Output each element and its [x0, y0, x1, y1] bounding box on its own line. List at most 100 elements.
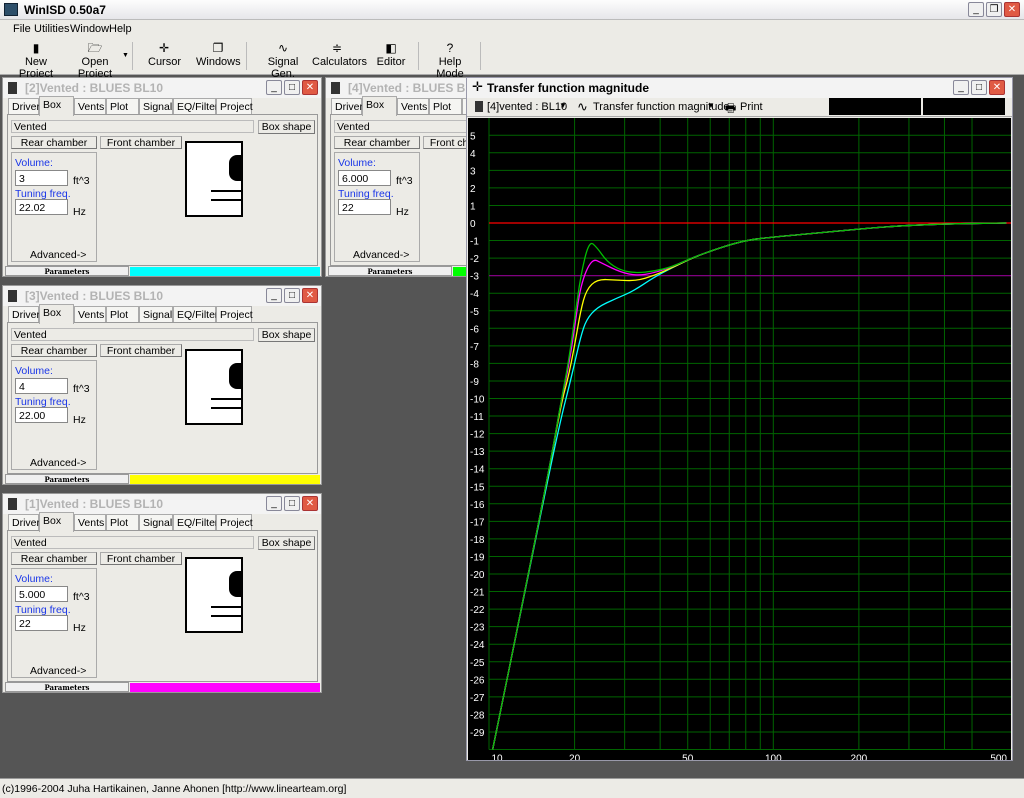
rear-chamber-button[interactable]: Rear chamber — [334, 136, 420, 149]
minimize-button[interactable]: _ — [266, 496, 282, 511]
box-tab-panel: Vented Box shape Rear chamber Front cham… — [7, 114, 318, 266]
box-diagram — [185, 349, 243, 425]
tab-plot[interactable]: Plot — [106, 98, 139, 115]
toolbar-label: Editor — [376, 56, 406, 68]
minimize-button[interactable]: _ — [266, 288, 282, 303]
y-tick-label: -12 — [470, 430, 485, 441]
box-shape-button[interactable]: Box shape — [258, 536, 315, 550]
maximize-button[interactable]: □ — [284, 496, 300, 511]
tab-eq-filter[interactable]: EQ/Filter — [173, 514, 218, 531]
front-chamber-button[interactable]: Front chamber — [100, 136, 182, 149]
volume-label: Volume: — [15, 365, 53, 377]
tab-driver[interactable]: Driver — [8, 306, 40, 323]
y-tick-label: -2 — [470, 254, 479, 265]
rear-chamber-button[interactable]: Rear chamber — [11, 552, 97, 565]
new-project-button[interactable]: ▮ New Project — [8, 40, 64, 80]
restore-button[interactable]: ❐ — [986, 2, 1002, 17]
front-chamber-button[interactable]: Front chamber — [100, 552, 182, 565]
advanced-link[interactable]: Advanced-> — [30, 249, 86, 261]
tab-signal[interactable]: Signal — [139, 98, 173, 115]
tab-plot[interactable]: Plot — [106, 306, 139, 323]
help-mode-button[interactable]: ? Help Mode — [424, 40, 476, 80]
tab-vents[interactable]: Vents — [397, 98, 429, 115]
project-icon — [8, 290, 17, 302]
tab-vents[interactable]: Vents — [74, 98, 106, 115]
tab-box[interactable]: Box — [362, 96, 397, 116]
box-shape-button[interactable]: Box shape — [258, 328, 315, 342]
plot-minimize-button[interactable]: _ — [953, 80, 969, 95]
volume-label: Volume: — [338, 157, 376, 169]
chevron-down-icon[interactable]: ▼ — [559, 101, 567, 110]
chevron-down-icon[interactable]: ▼ — [707, 101, 715, 110]
y-tick-label: 3 — [470, 166, 476, 177]
box-shape-button[interactable]: Box shape — [258, 120, 315, 134]
volume-input[interactable]: 4 — [15, 378, 68, 394]
tab-eq-filter[interactable]: EQ/Filter — [173, 306, 218, 323]
minimize-button[interactable]: _ — [266, 80, 282, 95]
tab-signal[interactable]: Signal — [139, 306, 173, 323]
rear-chamber-button[interactable]: Rear chamber — [11, 344, 97, 357]
volume-input[interactable]: 6.000 — [338, 170, 391, 186]
front-chamber-button[interactable]: Front chamber — [100, 344, 182, 357]
volume-input[interactable]: 5.000 — [15, 586, 68, 602]
minimize-button[interactable]: _ — [968, 2, 984, 17]
calculators-button[interactable]: ≑ Calculators — [312, 40, 367, 68]
close-button[interactable]: ✕ — [302, 288, 318, 303]
maximize-button[interactable]: □ — [284, 288, 300, 303]
toolbar: ▮ New Project 🗁 Open Project ✛ Cursor ❐ Windows… — [0, 38, 1024, 80]
plot-close-button[interactable]: ✕ — [989, 80, 1005, 95]
volume-unit: ft^3 — [396, 175, 413, 187]
tab-box[interactable]: Box — [39, 512, 74, 532]
new-project-icon: ▮ — [32, 41, 40, 55]
menu-file[interactable]: File — [13, 23, 31, 35]
advanced-link[interactable]: Advanced-> — [353, 249, 409, 261]
tab-project[interactable]: Project — [216, 306, 253, 323]
advanced-link[interactable]: Advanced-> — [30, 665, 86, 677]
tab-project[interactable]: Project — [216, 98, 253, 115]
tab-plot[interactable]: Plot — [429, 98, 462, 115]
close-button[interactable]: ✕ — [302, 80, 318, 95]
project-select[interactable]: [4]vented : BL10 — [487, 101, 567, 113]
close-button[interactable]: ✕ — [302, 496, 318, 511]
box-type-field: Vented — [11, 120, 254, 133]
rear-chamber-button[interactable]: Rear chamber — [11, 136, 97, 149]
tab-vents[interactable]: Vents — [74, 514, 106, 531]
tab-signal[interactable]: Signal — [139, 514, 173, 531]
transfer-function-chart[interactable]: 543210-1-2-3-4-5-6-7-8-9-10-11-12-13-14-… — [468, 118, 1011, 760]
status-bar: (c)1996-2004 Juha Hartikainen, Janne Aho… — [0, 778, 1024, 798]
calculator-icon: ≑ — [331, 41, 343, 55]
tuning-input[interactable]: 22.00 — [15, 407, 68, 423]
open-project-dropdown-icon[interactable]: ▼ — [122, 52, 129, 59]
volume-input[interactable]: 3 — [15, 170, 68, 186]
tuning-input[interactable]: 22.02 — [15, 199, 68, 215]
tab-driver[interactable]: Driver — [331, 98, 363, 115]
maximize-button[interactable]: □ — [284, 80, 300, 95]
toolbar-separator — [418, 42, 419, 70]
tab-eq-filter[interactable]: EQ/Filter — [173, 98, 218, 115]
tab-box[interactable]: Box — [39, 304, 74, 324]
tuning-input[interactable]: 22 — [338, 199, 391, 215]
plot-maximize-button[interactable]: □ — [971, 80, 987, 95]
tab-vents[interactable]: Vents — [74, 306, 106, 323]
print-button[interactable]: Print — [740, 101, 763, 113]
window-title-bar: [2]Vented : BLUES BL10 _ □ ✕ — [3, 78, 321, 98]
tab-project[interactable]: Project — [216, 514, 253, 531]
tab-plot[interactable]: Plot — [106, 514, 139, 531]
open-project-button[interactable]: 🗁 Open Project — [64, 40, 126, 80]
tab-driver[interactable]: Driver — [8, 514, 40, 531]
advanced-link[interactable]: Advanced-> — [30, 457, 86, 469]
editor-button[interactable]: ◧ Editor — [374, 40, 408, 68]
signal-gen-button[interactable]: ∿ Signal Gen. — [256, 40, 310, 80]
close-button[interactable]: ✕ — [1004, 2, 1020, 17]
menu-utilities[interactable]: Utilities — [34, 23, 69, 35]
menu-help[interactable]: Help — [109, 23, 132, 35]
windows-button[interactable]: ❐ Windows — [196, 40, 241, 68]
tuning-input[interactable]: 22 — [15, 615, 68, 631]
toolbar-separator — [246, 42, 247, 70]
help-icon: ? — [446, 41, 454, 55]
cursor-icon: ✛ — [158, 41, 170, 55]
tab-driver[interactable]: Driver — [8, 98, 40, 115]
tab-box[interactable]: Box — [39, 96, 74, 116]
menu-window[interactable]: Window — [70, 23, 109, 35]
cursor-button[interactable]: ✛ Cursor — [148, 40, 181, 68]
